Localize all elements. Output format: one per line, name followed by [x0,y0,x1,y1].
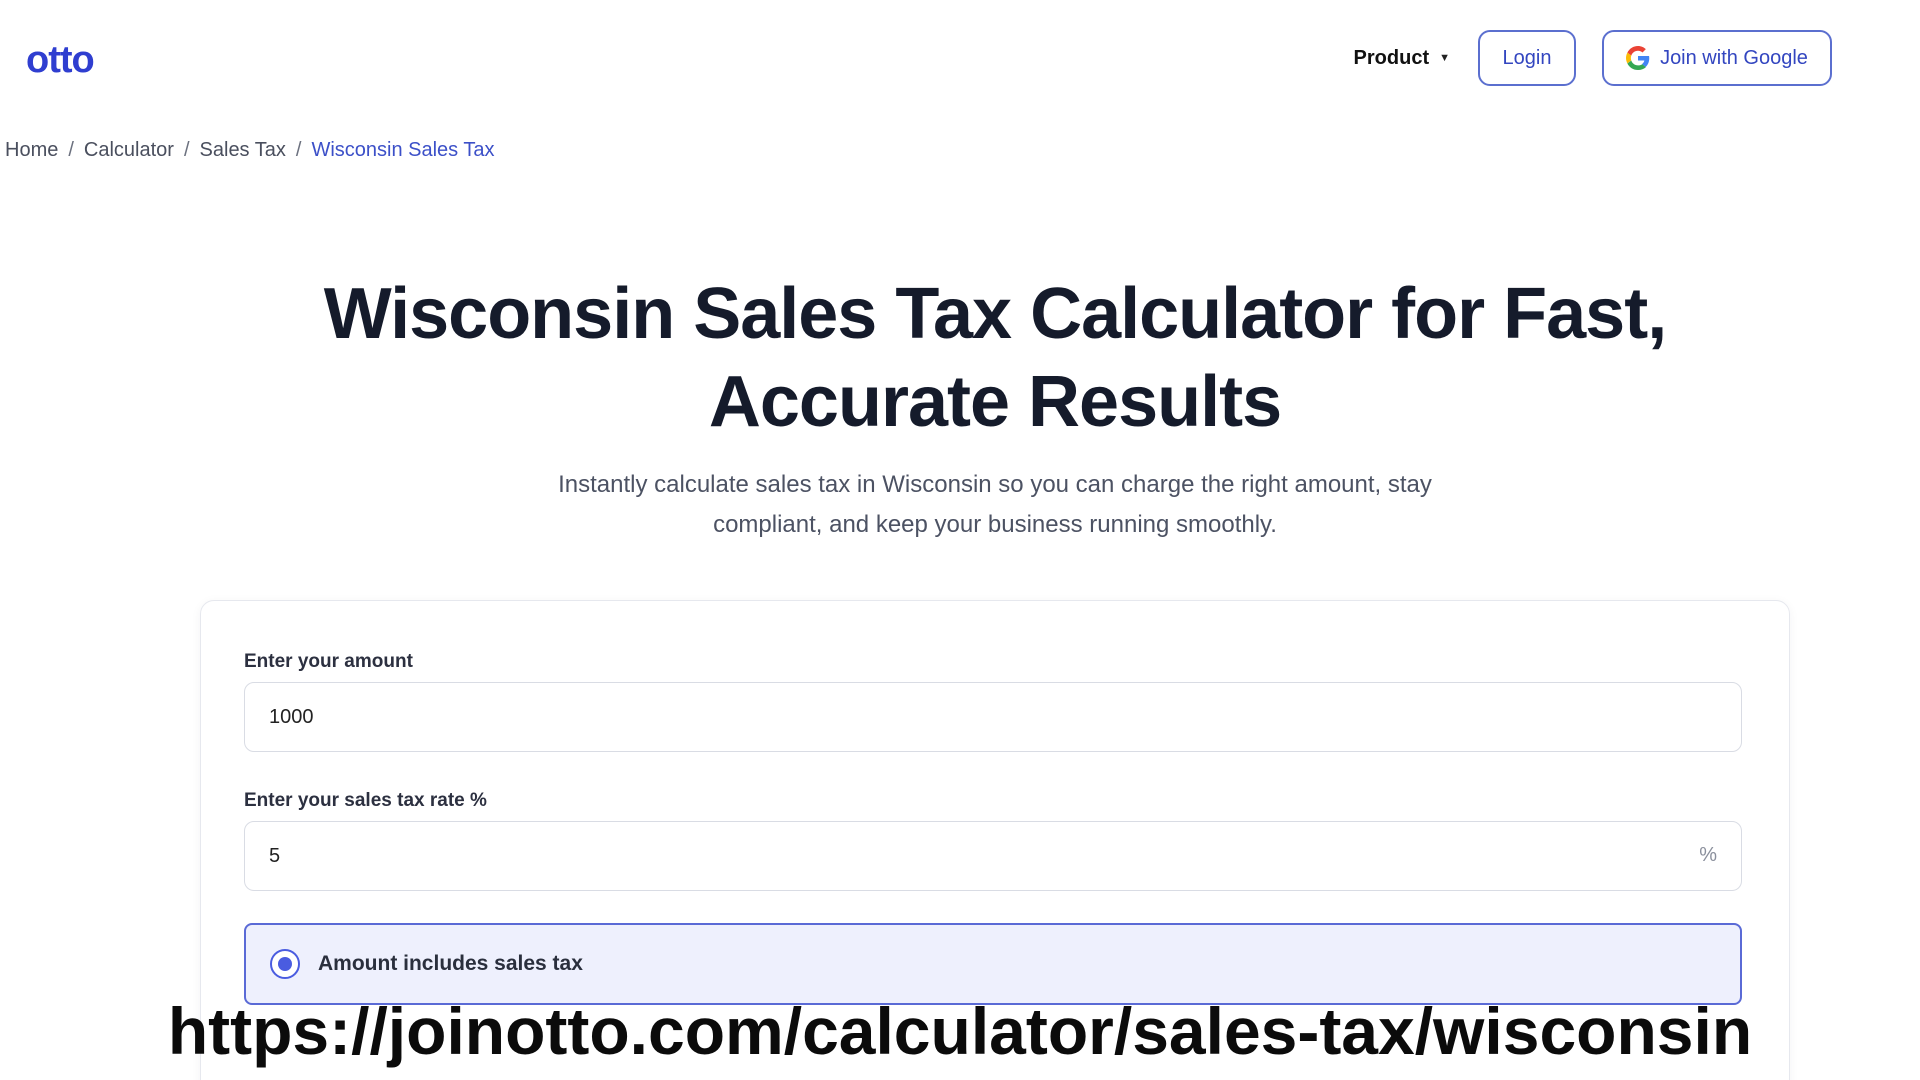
breadcrumb-sales-tax[interactable]: Sales Tax [200,139,286,162]
page-title-line-1: Wisconsin Sales Tax Calculator for Fast, [323,274,1667,354]
breadcrumb-home[interactable]: Home [5,139,58,162]
amount-label: Enter your amount [244,651,413,672]
header-nav: Product ▼ Login Join with Google [1354,30,1832,86]
breadcrumb-separator: / [68,138,74,161]
caret-down-icon: ▼ [1439,52,1450,64]
product-menu[interactable]: Product ▼ [1354,47,1450,70]
amount-input-wrapper [244,682,1742,752]
breadcrumb-current: Wisconsin Sales Tax [311,138,495,161]
tax-rate-input-wrapper: % [244,821,1742,891]
amount-input[interactable] [245,683,1741,751]
url-caption: https://joinotto.com/calculator/sales-ta… [167,994,1753,1068]
breadcrumb-separator: / [295,138,302,161]
page-subtitle-line-2: compliant, and keep your business runnin… [713,511,1277,538]
page-title-line-2: Accurate Results [708,362,1282,442]
breadcrumb-separator: / [183,138,190,161]
join-with-google-label: Join with Google [1660,46,1808,69]
otto-logo[interactable]: otto [26,38,95,82]
page-subtitle: Instantly calculate sales tax in Wiscons… [500,465,1490,545]
radio-selected-icon[interactable] [270,949,300,979]
tax-rate-input[interactable] [245,822,1741,890]
amount-includes-tax-label: Amount includes sales tax [318,952,583,975]
login-button[interactable]: Login [1478,30,1576,86]
page-title: Wisconsin Sales Tax Calculator for Fast,… [250,270,1740,446]
page-subtitle-line-1: Instantly calculate sales tax in Wiscons… [558,471,1432,498]
page: otto Product ▼ Login Join with Google Ho… [0,0,1920,1080]
percent-suffix: % [1699,844,1717,866]
join-with-google-button[interactable]: Join with Google [1602,30,1832,86]
product-menu-label: Product [1353,46,1430,69]
tax-rate-label: Enter your sales tax rate % [244,790,487,811]
site-header: otto Product ▼ Login Join with Google [0,0,1920,116]
breadcrumb: Home / Calculator / Sales Tax / Wisconsi… [5,137,495,163]
google-icon [1626,46,1650,70]
breadcrumb-calculator[interactable]: Calculator [84,139,174,162]
